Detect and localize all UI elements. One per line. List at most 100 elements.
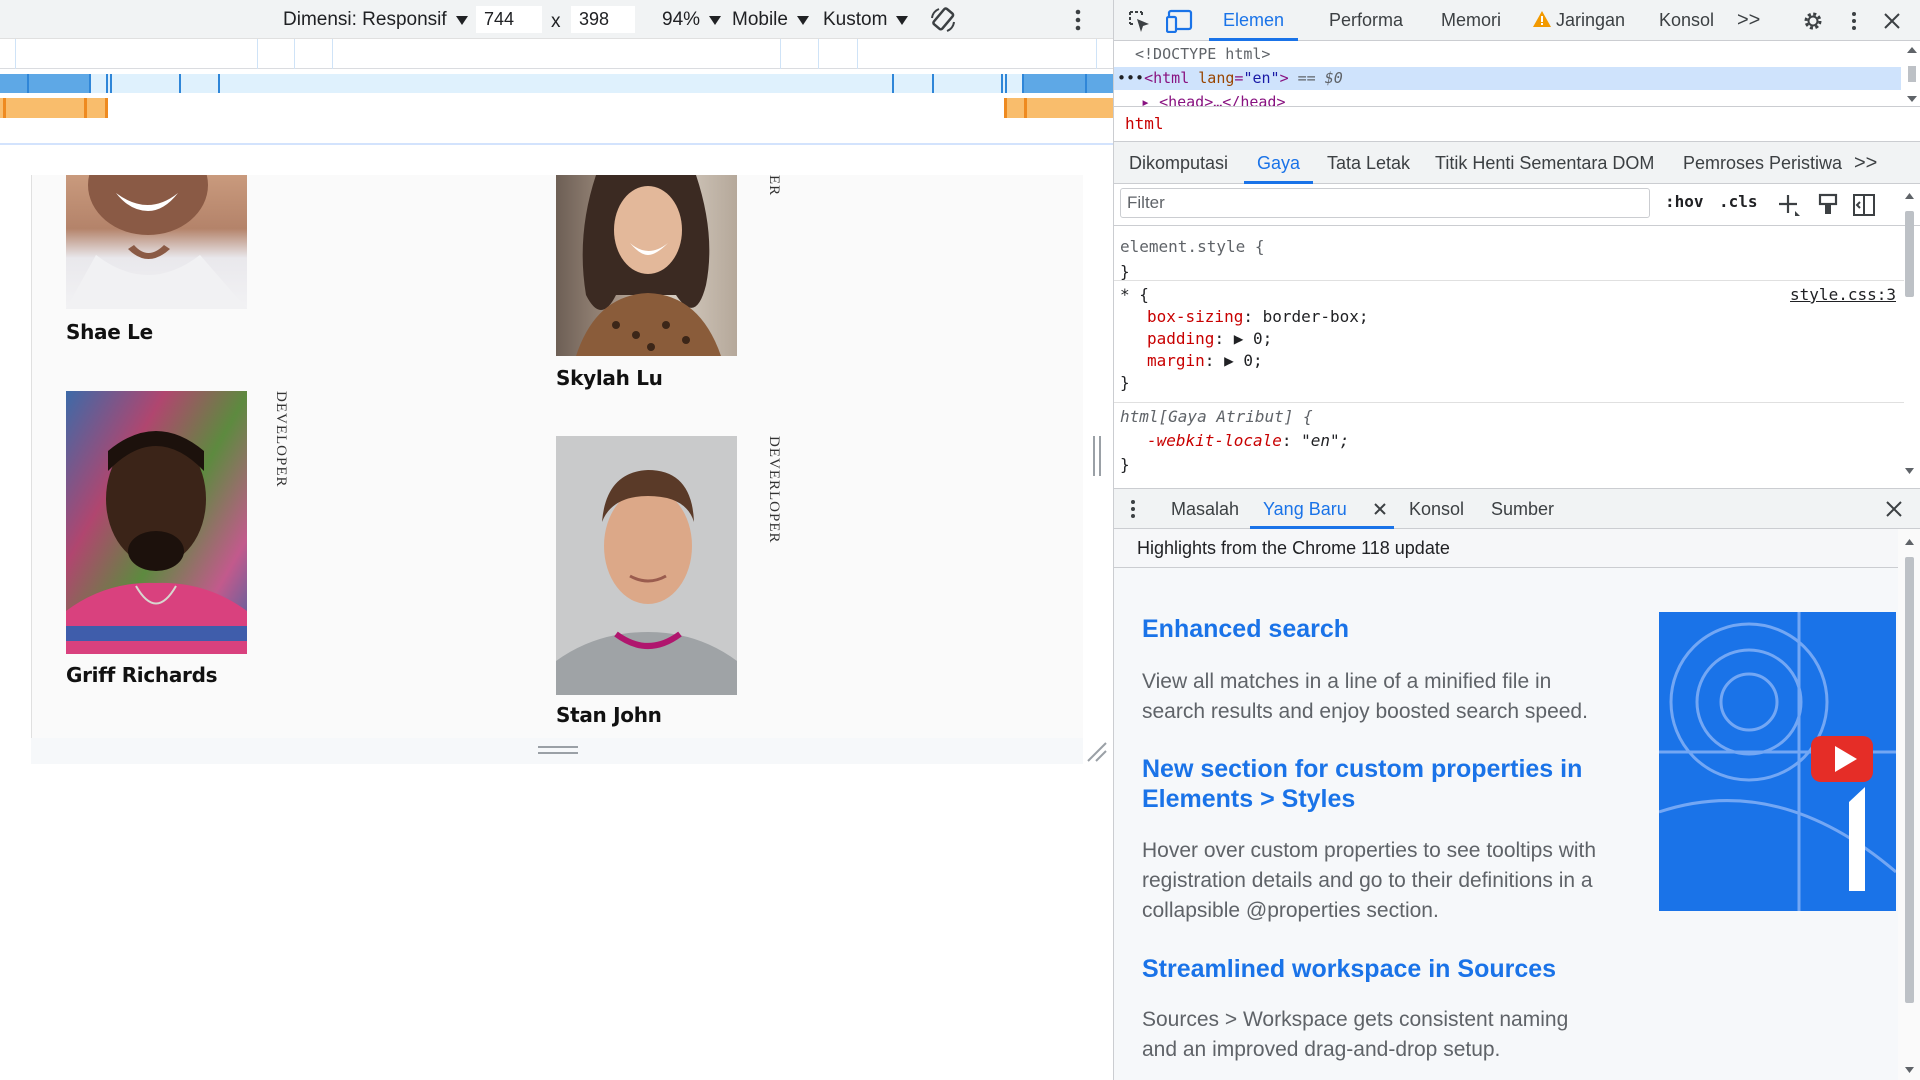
resize-corner-icon[interactable]: [1086, 741, 1108, 763]
breadcrumb[interactable]: html: [1114, 106, 1920, 142]
person-name: Griff Richards: [66, 663, 218, 687]
chevron-down-icon: [796, 15, 809, 25]
chevron-down-icon: [896, 15, 909, 25]
drawer-tab-console[interactable]: Konsol: [1409, 489, 1464, 529]
dom-selected-marker: == $0: [1297, 69, 1343, 87]
throttle-value: Kustom: [823, 9, 888, 30]
rotate-icon[interactable]: [928, 6, 958, 34]
expand-triangle-icon[interactable]: ▶: [1224, 351, 1234, 370]
tab-network[interactable]: Jaringan: [1556, 0, 1625, 41]
paint-brush-icon[interactable]: [1816, 192, 1840, 218]
tab-elements[interactable]: Elemen: [1209, 0, 1299, 41]
dom-scrollbar[interactable]: [1905, 44, 1919, 104]
expand-triangle-icon[interactable]: ▶: [1234, 329, 1244, 348]
tab-console[interactable]: Konsol: [1659, 0, 1714, 41]
declaration[interactable]: -webkit-locale: "en";: [1147, 430, 1349, 452]
devtools-main-tabs: Elemen Performa Memori Jaringan Konsol >…: [1114, 0, 1920, 41]
more-options-icon[interactable]: [1070, 8, 1086, 32]
warning-icon: [1533, 10, 1551, 28]
media-query-bar-orange[interactable]: [0, 98, 1113, 118]
property-value: border-box;: [1262, 307, 1369, 326]
cls-button[interactable]: .cls: [1719, 192, 1758, 211]
zoom-value: 94%: [662, 9, 701, 30]
close-tab-icon[interactable]: [1372, 501, 1388, 517]
dom-html-tag: <html: [1144, 69, 1190, 87]
person-role: DEVELOPER: [273, 391, 289, 488]
add-rule-icon[interactable]: [1776, 192, 1802, 218]
width-input[interactable]: [476, 6, 542, 33]
property-value: "en";: [1301, 431, 1350, 450]
attribute-style-selector[interactable]: html[Gaya Atribut] {: [1120, 406, 1313, 428]
dom-attr-value: "en": [1243, 69, 1280, 87]
dimension-dropdown[interactable]: Dimensi: Responsif: [283, 9, 468, 31]
devtools-panel: Elemen Performa Memori Jaringan Konsol >…: [1113, 0, 1920, 1080]
inspect-element-icon[interactable]: [1127, 9, 1151, 33]
close-icon[interactable]: [1882, 11, 1902, 31]
height-input[interactable]: [571, 6, 635, 33]
styles-filter-row: :hov .cls: [1114, 184, 1920, 226]
declaration[interactable]: margin: ▶ 0;: [1147, 350, 1263, 372]
person-name: Stan John: [556, 703, 662, 727]
dom-attr-name: lang: [1198, 69, 1235, 87]
drawer-tabs: Masalah Yang Baru Konsol Sumber: [1114, 488, 1920, 529]
tab-styles[interactable]: Gaya: [1244, 142, 1314, 184]
feature-description: Hover over custom properties to see tool…: [1142, 839, 1597, 922]
breadcrumb-item[interactable]: html: [1125, 114, 1164, 133]
hov-button[interactable]: :hov: [1665, 192, 1704, 211]
feature-title-link[interactable]: Enhanced search: [1142, 614, 1612, 644]
close-drawer-icon[interactable]: [1884, 499, 1904, 519]
resize-handle-right[interactable]: [1093, 436, 1103, 476]
device-toolbar-icon[interactable]: [1166, 8, 1194, 34]
toggle-sidebar-icon[interactable]: [1852, 192, 1876, 218]
element-style-selector[interactable]: element.style {: [1120, 236, 1265, 258]
dimension-label: Dimensi: Responsif: [283, 9, 447, 30]
video-thumbnail[interactable]: [1659, 612, 1896, 911]
feature-description: View all matches in a line of a minified…: [1142, 670, 1588, 723]
tab-dom-breakpoints[interactable]: Titik Henti Sementara DOM: [1435, 142, 1654, 184]
dom-html-node[interactable]: •••<html lang="en"> == $0: [1114, 67, 1901, 90]
styles-scrollbar[interactable]: [1898, 185, 1920, 481]
dom-ellipsis: •••: [1117, 69, 1145, 87]
device-type-dropdown[interactable]: Mobile: [732, 9, 809, 31]
whats-new-scrollbar[interactable]: [1898, 529, 1920, 1080]
resize-handle-bottom[interactable]: [538, 746, 578, 756]
tab-event-listeners[interactable]: Pemroses Peristiwa: [1683, 142, 1842, 184]
dimension-times: x: [551, 11, 561, 32]
universal-selector[interactable]: * {: [1120, 284, 1149, 306]
more-tabs-icon[interactable]: >>: [1737, 0, 1760, 41]
property-value: 0;: [1252, 329, 1273, 348]
stylesheet-link[interactable]: style.css:3: [1790, 284, 1896, 306]
dom-doctype[interactable]: <!DOCTYPE html>: [1135, 43, 1270, 66]
media-query-bar-blue[interactable]: [0, 74, 1113, 93]
media-query-ruler[interactable]: [0, 39, 1113, 69]
tab-memory[interactable]: Memori: [1441, 0, 1501, 41]
drawer-tab-sources[interactable]: Sumber: [1491, 489, 1554, 529]
drawer-tab-issues[interactable]: Masalah: [1171, 489, 1239, 529]
property-name: box-sizing: [1147, 307, 1244, 326]
chevron-down-icon: [455, 15, 468, 25]
gear-icon[interactable]: [1800, 8, 1826, 34]
dom-head-node[interactable]: ▸ <head>…</head>: [1141, 91, 1286, 106]
person-name: Skylah Lu: [556, 366, 663, 390]
more-tabs-icon[interactable]: >>: [1854, 142, 1877, 184]
declaration[interactable]: box-sizing: border-box;: [1147, 306, 1369, 328]
tab-layout[interactable]: Tata Letak: [1327, 142, 1410, 184]
declaration[interactable]: padding: ▶ 0;: [1147, 328, 1272, 350]
feature-title-link[interactable]: Streamlined workspace in Sources: [1142, 954, 1612, 984]
feature-title-link[interactable]: New section for custom properties in Ele…: [1142, 754, 1612, 814]
throttle-dropdown[interactable]: Kustom: [823, 9, 909, 31]
dom-head-text: <head>…</head>: [1159, 93, 1286, 106]
drawer-menu-icon[interactable]: [1128, 498, 1138, 520]
property-value: 0;: [1243, 351, 1263, 370]
chevron-down-icon: [709, 15, 722, 25]
filter-input[interactable]: [1120, 188, 1650, 218]
property-name: -webkit-locale: [1147, 431, 1282, 450]
whats-new-header: Highlights from the Chrome 118 update: [1114, 529, 1920, 568]
photo-griff-richards: [66, 391, 247, 654]
tab-computed[interactable]: Dikomputasi: [1129, 142, 1228, 184]
tab-performance[interactable]: Performa: [1329, 0, 1403, 41]
rule-close: }: [1120, 455, 1130, 474]
zoom-dropdown[interactable]: 94%: [662, 9, 722, 31]
styles-pane: element.style { } * { style.css:3 box-si…: [1114, 226, 1904, 481]
more-options-icon[interactable]: [1848, 9, 1860, 33]
